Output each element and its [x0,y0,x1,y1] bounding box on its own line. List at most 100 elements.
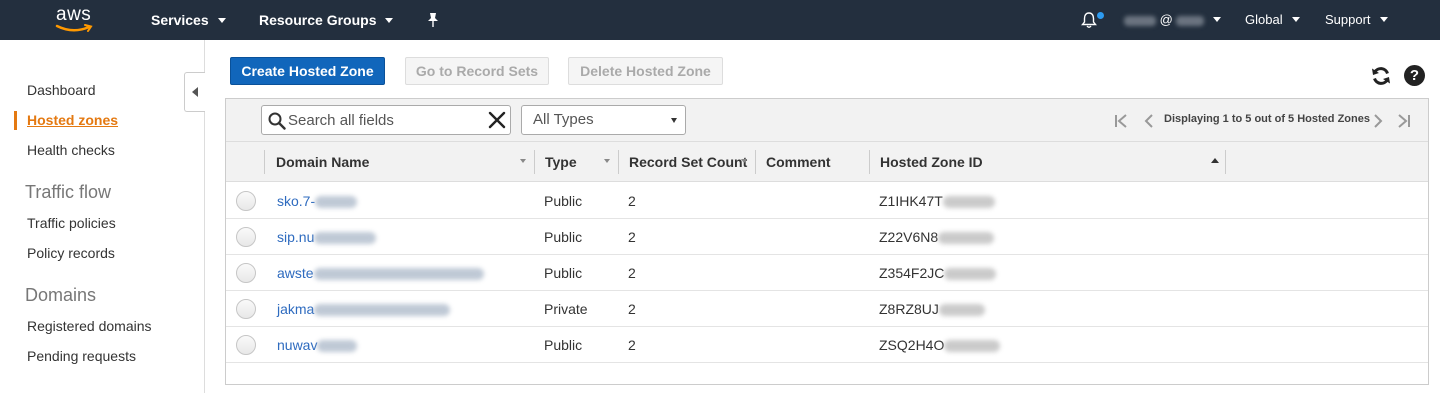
column-divider [755,150,756,174]
type-cell: Public [544,337,583,353]
account-at: @ [1159,12,1173,27]
column-divider [264,150,265,174]
hosted-zone-id-cell: Z1IHK47T [879,183,995,219]
table-row[interactable]: sip.nu Public 2 Z22V6N8 [226,219,1428,255]
redacted-text [315,196,358,209]
row-select-radio[interactable] [236,227,256,247]
support-label: Support [1325,12,1371,27]
chevron-down-icon [1291,17,1300,23]
table-row[interactable]: sko.7- Public 2 Z1IHK47T [226,183,1428,219]
redacted-text [944,340,1001,353]
sort-caret-icon [604,159,610,163]
aws-logo[interactable]: aws [55,4,97,34]
record-count-cell: 2 [628,193,636,209]
sidebar-item-pending-requests[interactable]: Pending requests [27,348,136,364]
type-cell: Public [544,193,583,209]
account-name-redacted [1124,15,1156,26]
column-divider [618,150,619,174]
redacted-text [317,340,358,353]
row-select-radio[interactable] [236,191,256,211]
domain-name-link[interactable]: jakma [277,291,451,327]
sidebar-heading-traffic-flow: Traffic flow [25,182,112,202]
pager-text: Displaying 1 to 5 out of 5 Hosted Zones [1164,113,1370,125]
region-menu[interactable]: Global [1245,0,1300,40]
column-divider [534,150,535,174]
next-page-icon[interactable] [1370,113,1386,129]
domain-name-link[interactable]: awste [277,255,484,291]
type-cell: Public [544,265,583,281]
first-page-icon[interactable] [1113,113,1129,129]
chevron-down-icon [1213,17,1222,23]
redacted-text [938,232,995,245]
create-hosted-zone-button[interactable]: Create Hosted Zone [230,57,385,85]
chevron-down-icon [671,118,677,123]
sidebar-item-traffic-policies[interactable]: Traffic policies [27,215,116,231]
column-header-type[interactable]: Type [545,142,577,182]
top-nav: aws Services Resource Groups @ Global Su… [0,0,1440,40]
resource-groups-menu[interactable]: Resource Groups [259,0,394,40]
redacted-text [944,268,997,281]
redacted-text [938,304,985,317]
services-menu[interactable]: Services [151,0,226,40]
table-row[interactable]: nuwav Public 2 ZSQ2H4O [226,327,1428,363]
sidebar-item-hosted-zones[interactable]: Hosted zones [27,112,118,128]
account-org-redacted [1176,15,1205,26]
search-input[interactable] [288,110,478,130]
sidebar-item-health-checks[interactable]: Health checks [27,142,115,158]
type-filter-value: All Types [533,111,594,128]
domain-name-link[interactable]: sip.nu [277,219,377,255]
sidebar-item-dashboard[interactable]: Dashboard [27,82,96,98]
table-row[interactable]: jakma Private 2 Z8RZ8UJ [226,291,1428,327]
hosted-zones-table: All Types Displaying 1 to 5 out of 5 Hos… [225,98,1429,385]
help-icon[interactable]: ? [1404,65,1425,86]
refresh-icon[interactable] [1370,65,1392,87]
row-select-radio[interactable] [236,263,256,283]
record-count-cell: 2 [628,301,636,317]
record-count-cell: 2 [628,337,636,353]
delete-hosted-zone-button[interactable]: Delete Hosted Zone [568,57,723,85]
record-count-cell: 2 [628,229,636,245]
support-menu[interactable]: Support [1325,0,1388,40]
table-header: Domain Name Type Record Set Count Commen… [226,142,1428,182]
column-divider [869,150,870,174]
domain-name-link[interactable]: sko.7- [277,183,358,219]
redacted-text [314,232,377,245]
sidebar-item-registered-domains[interactable]: Registered domains [27,318,152,334]
hosted-zone-id-cell: ZSQ2H4O [879,327,1001,363]
prev-page-icon[interactable] [1141,113,1157,129]
pager: Displaying 1 to 5 out of 5 Hosted Zones [1111,99,1428,142]
chevron-left-icon [192,87,198,97]
last-page-icon[interactable] [1396,113,1412,129]
domain-name-link[interactable]: nuwav [277,327,358,363]
sidebar-collapse-button[interactable] [184,72,205,112]
services-label: Services [151,12,209,28]
record-count-cell: 2 [628,265,636,281]
row-select-radio[interactable] [236,299,256,319]
search-icon [268,112,286,130]
go-to-record-sets-button[interactable]: Go to Record Sets [405,57,549,85]
column-header-domain-name[interactable]: Domain Name [276,142,369,182]
column-header-hosted-zone-id[interactable]: Hosted Zone ID [880,142,983,182]
column-header-record-set-count[interactable]: Record Set Count [629,142,747,182]
sidebar-heading-domains: Domains [25,285,97,305]
bell-icon[interactable] [1080,11,1098,29]
sort-caret-icon [520,159,526,163]
account-menu[interactable]: @ [1124,0,1222,40]
pin-icon[interactable] [426,12,440,28]
table-row[interactable]: awste Public 2 Z354F2JC [226,255,1428,291]
search-box [261,105,511,135]
type-cell: Public [544,229,583,245]
clear-icon[interactable] [488,111,506,129]
notification-dot [1097,12,1104,19]
aws-logo-text: aws [56,4,92,25]
aws-smile-icon [55,24,93,32]
sort-caret-icon [741,159,747,163]
redacted-text [314,304,451,317]
hosted-zone-id-cell: Z8RZ8UJ [879,291,985,327]
region-label: Global [1245,12,1283,27]
table-toolbar: All Types Displaying 1 to 5 out of 5 Hos… [226,99,1428,142]
sidebar-item-policy-records[interactable]: Policy records [27,245,115,261]
row-select-radio[interactable] [236,335,256,355]
type-filter-select[interactable]: All Types [521,105,686,135]
column-header-comment[interactable]: Comment [766,142,831,182]
